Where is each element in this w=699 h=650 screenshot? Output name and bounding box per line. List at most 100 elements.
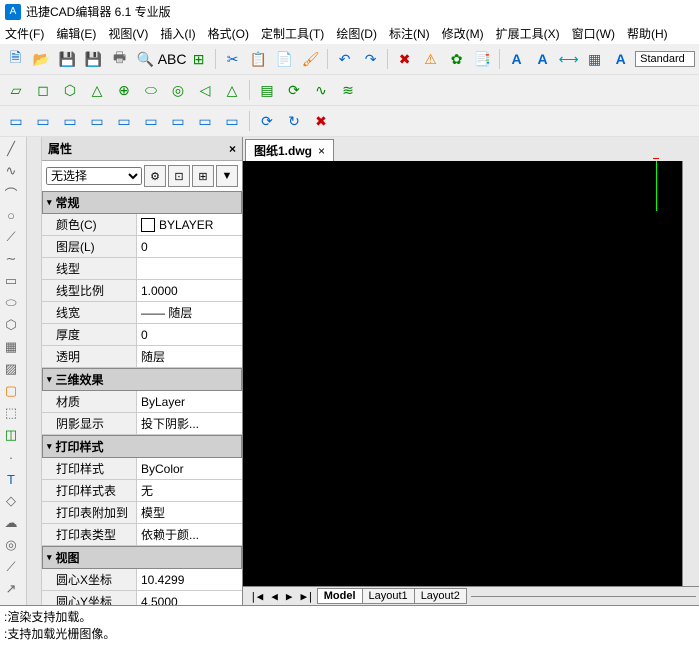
spellcheck-icon[interactable]: ABC [160,47,184,71]
prop-center-y[interactable]: 圆心Y坐标4.5000 [42,591,242,605]
layout-tab-model[interactable]: Model [317,588,363,604]
region-icon[interactable]: ▢ [1,381,21,401]
prop-lineweight[interactable]: 线宽—— 随层 [42,302,242,324]
command-line[interactable]: :渲染支持加载。 :支持加载光栅图像。 [0,605,699,650]
panel-close-icon[interactable]: × [229,142,236,156]
rotate-icon[interactable]: ↻ [282,109,306,133]
point-icon[interactable]: · [1,447,21,467]
prop-linetype[interactable]: 线型 [42,258,242,280]
layer7-icon[interactable]: ▭ [166,109,190,133]
cube-icon[interactable]: ◻ [31,78,55,102]
layout-nav-last-icon[interactable]: ▶| [297,590,318,603]
category-general[interactable]: ▾常规 [42,191,242,214]
category-plot-style[interactable]: ▾打印样式 [42,435,242,458]
cut-icon[interactable]: ✂ [221,47,244,71]
paste-icon[interactable]: 📄 [273,47,296,71]
document-tab-close-icon[interactable]: × [318,144,325,158]
refresh-icon[interactable]: ⟳ [255,109,279,133]
filter-icon[interactable]: ▼ [216,165,238,187]
open-icon[interactable]: 📂 [30,47,53,71]
drawing-canvas[interactable] [243,161,682,586]
block-icon[interactable]: ◫ [1,425,21,445]
prop-ps-table[interactable]: 打印样式表无 [42,480,242,502]
menu-ext-tools[interactable]: 扩展工具(X) [496,25,560,42]
layout-nav-first-icon[interactable]: |◀ [246,590,267,603]
menu-file[interactable]: 文件(F) [5,25,44,42]
pyramid-icon[interactable]: △ [220,78,244,102]
textstyle-a3-icon[interactable]: A [609,47,632,71]
layout-tab-2[interactable]: Layout2 [414,588,467,604]
extrude-icon[interactable]: ▤ [255,78,279,102]
print-icon[interactable]: 🖶 [108,47,131,71]
copy2-icon[interactable]: 📑 [471,47,494,71]
arc-icon[interactable]: ⌒ [1,183,21,203]
xline-icon[interactable]: ⟋ [1,557,21,577]
prop-transparency[interactable]: 透明随层 [42,346,242,368]
prop-ps-attach[interactable]: 打印表附加到模型 [42,502,242,524]
layer6-icon[interactable]: ▭ [139,109,163,133]
close-doc-icon[interactable]: ✖ [309,109,333,133]
menu-custom-tools[interactable]: 定制工具(T) [261,25,324,42]
menu-insert[interactable]: 插入(I) [160,25,195,42]
prop-layer[interactable]: 图层(L)0 [42,236,242,258]
polygon-icon[interactable]: ⬡ [1,315,21,335]
select-obj-icon[interactable]: ⊡ [168,165,190,187]
hatch2-icon[interactable]: ▨ [1,359,21,379]
prop-material[interactable]: 材质ByLayer [42,391,242,413]
wipeout-icon[interactable]: ◇ [1,491,21,511]
table-style-icon[interactable]: ▦ [583,47,606,71]
layout-nav-prev-icon[interactable]: ◀ [267,590,282,603]
redo-icon[interactable]: ↷ [359,47,382,71]
vertical-scrollbar[interactable] [682,161,699,586]
prop-ps[interactable]: 打印样式ByColor [42,458,242,480]
save-icon[interactable]: 💾 [56,47,79,71]
menu-view[interactable]: 视图(V) [108,25,148,42]
prop-shadow[interactable]: 阴影显示投下阴影... [42,413,242,435]
warning-icon[interactable]: ⚠ [419,47,442,71]
menu-help[interactable]: 帮助(H) [627,25,668,42]
document-tab[interactable]: 图纸1.dwg × [245,139,334,161]
saveall-icon[interactable]: 💾 [82,47,105,71]
tools-icon[interactable]: ✿ [445,47,468,71]
undo-icon[interactable]: ↶ [333,47,356,71]
line-icon[interactable]: ╱ [1,139,21,159]
polyline-icon[interactable]: ∿ [1,161,21,181]
text-icon[interactable]: ⬚ [1,403,21,423]
prop-center-x[interactable]: 圆心X坐标10.4299 [42,569,242,591]
layer8-icon[interactable]: ▭ [193,109,217,133]
addon-icon[interactable]: ⊞ [187,47,210,71]
layer9-icon[interactable]: ▭ [220,109,244,133]
menu-draw[interactable]: 绘图(D) [336,25,377,42]
loft-icon[interactable]: ≋ [336,78,360,102]
menu-modify[interactable]: 修改(M) [442,25,484,42]
textstyle-a2-icon[interactable]: A [531,47,554,71]
spline-icon[interactable]: ∼ [1,249,21,269]
revolve-icon[interactable]: ⟳ [282,78,306,102]
copy-icon[interactable]: 📋 [247,47,270,71]
delete-icon[interactable]: ✖ [393,47,416,71]
category-3d-effect[interactable]: ▾三维效果 [42,368,242,391]
prop-lt-scale[interactable]: 线型比例1.0000 [42,280,242,302]
new-icon[interactable]: 🗎 [4,47,27,71]
prop-thickness[interactable]: 厚度0 [42,324,242,346]
pline-icon[interactable]: ⟋ [1,227,21,247]
wedge-icon[interactable]: ◁ [193,78,217,102]
layer2-icon[interactable]: ▭ [31,109,55,133]
mtext-icon[interactable]: T [1,469,21,489]
quick-select-icon[interactable]: ⚙ [144,165,166,187]
menu-annotate[interactable]: 标注(N) [389,25,430,42]
menu-window[interactable]: 窗口(W) [572,25,615,42]
revcloud-icon[interactable]: ☁ [1,513,21,533]
donut-icon[interactable]: ◎ [1,535,21,555]
menu-format[interactable]: 格式(O) [208,25,249,42]
cube2-icon[interactable]: ⬡ [58,78,82,102]
prop-ps-type[interactable]: 打印表类型依赖于颜... [42,524,242,546]
sphere-icon[interactable]: ⊕ [112,78,136,102]
style-combo[interactable]: Standard [635,51,695,67]
match-icon[interactable]: 🖌 [299,47,322,71]
circle-icon[interactable]: ○ [1,205,21,225]
layer1-icon[interactable]: ▭ [4,109,28,133]
box-icon[interactable]: ▱ [4,78,28,102]
preview-icon[interactable]: 🔍 [134,47,157,71]
layer4-icon[interactable]: ▭ [85,109,109,133]
